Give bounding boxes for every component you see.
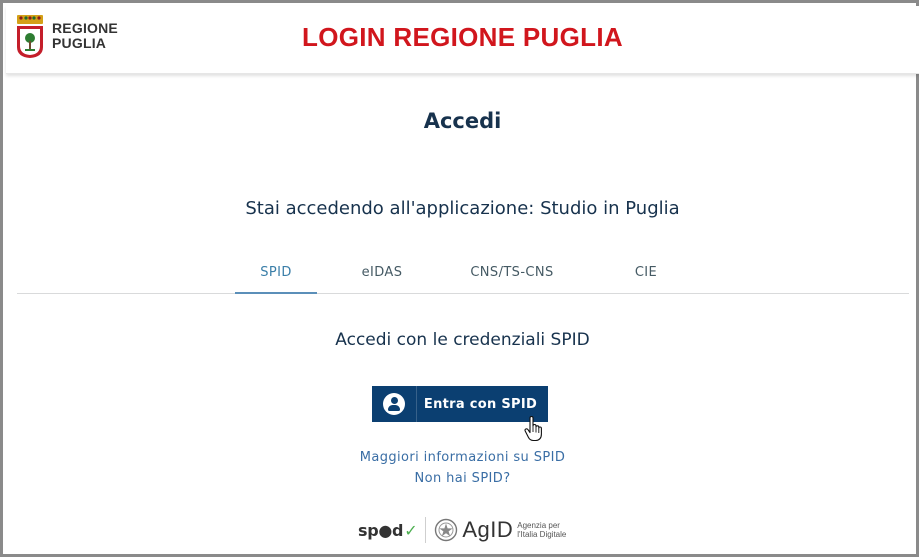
active-tab-indicator	[235, 292, 317, 294]
no-spid-link[interactable]: Non hai SPID?	[6, 471, 919, 486]
tab-eidas[interactable]: eIDAS	[341, 265, 423, 280]
repubblica-emblem-icon	[435, 518, 458, 542]
browser-viewport: REGIONE PUGLIA LOGIN REGIONE PUGLIA Acce…	[0, 0, 919, 557]
application-info: Stai accedendo all'applicazione: Studio …	[245, 198, 680, 219]
checkmark-icon: ✓	[404, 520, 418, 540]
hand-cursor-icon	[524, 416, 542, 442]
agid-logo: AgID	[462, 517, 514, 542]
spid-logo-text: sp●d	[358, 520, 404, 540]
user-icon-container	[372, 386, 417, 422]
page-title: Accedi	[423, 109, 502, 133]
agid-subtitle-line-2: l'Italia Digitale	[517, 530, 567, 539]
tab-cie[interactable]: CIE	[605, 265, 687, 280]
tab-cns-ts-cns[interactable]: CNS/TS-CNS	[457, 265, 567, 280]
agid-subtitle: Agenzia per l'Italia Digitale	[517, 521, 566, 539]
more-info-spid-link[interactable]: Maggiori informazioni su SPID	[6, 450, 919, 465]
entra-con-spid-button[interactable]: Entra con SPID	[372, 386, 548, 422]
spid-subtitle: Accedi con le credenziali SPID	[335, 330, 590, 350]
spid-button-label: Entra con SPID	[423, 396, 538, 412]
auth-tabs: SPID eIDAS CNS/TS-CNS CIE	[17, 257, 909, 294]
spid-logo: sp●d ✓	[358, 520, 418, 540]
agid-subtitle-line-1: Agenzia per	[517, 521, 560, 530]
header: REGIONE PUGLIA LOGIN REGIONE PUGLIA	[6, 6, 919, 74]
tab-spid[interactable]: SPID	[235, 265, 317, 280]
app-title: LOGIN REGIONE PUGLIA	[302, 22, 623, 52]
logo-divider	[425, 517, 427, 543]
user-icon	[383, 393, 405, 415]
footer-logos: sp●d ✓ AgID Agenzia per l'Italia Digital…	[358, 514, 566, 546]
